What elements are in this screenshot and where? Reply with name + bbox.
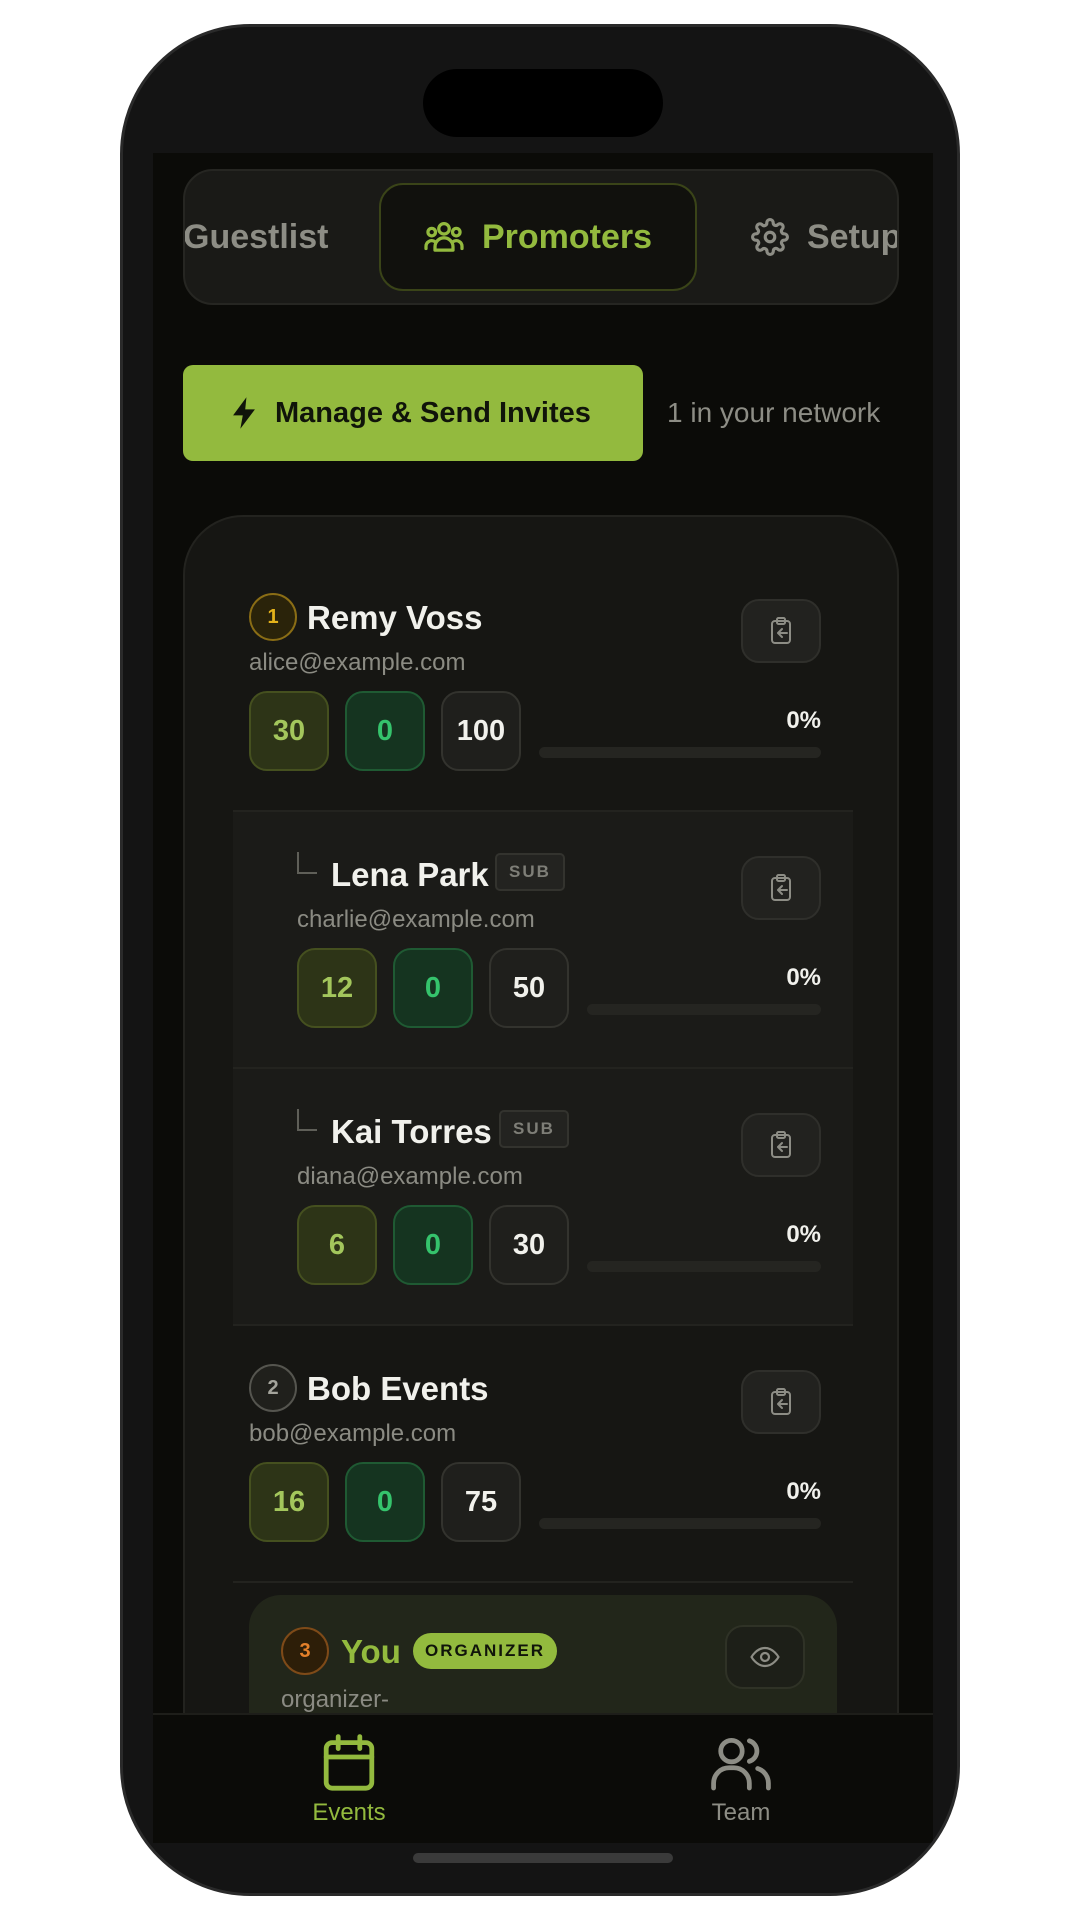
nav-team-label: Team bbox=[711, 1799, 771, 1826]
progress-bar bbox=[539, 1518, 821, 1529]
rank-badge: 3 bbox=[281, 1627, 329, 1675]
promoters-list: 1 Remy Voss alice@example.com 30 0 100 0… bbox=[183, 515, 899, 1843]
tab-promoters[interactable]: Promoters bbox=[379, 183, 697, 291]
tab-guestlist-label: Guestlist bbox=[183, 217, 329, 256]
stat-capacity: 50 bbox=[489, 948, 569, 1028]
sub-badge: SUB bbox=[495, 853, 565, 891]
team-icon bbox=[711, 1737, 771, 1791]
stat-checked-in: 0 bbox=[345, 691, 425, 771]
stat-capacity: 100 bbox=[441, 691, 521, 771]
home-indicator bbox=[413, 1853, 673, 1863]
promoter-email: alice@example.com bbox=[249, 649, 466, 676]
sub-badge: SUB bbox=[499, 1110, 569, 1148]
progress-bar bbox=[539, 747, 821, 758]
promoter-email: diana@example.com bbox=[297, 1163, 523, 1190]
copy-link-button[interactable] bbox=[741, 599, 821, 663]
bottom-nav: Events Team bbox=[153, 1713, 933, 1843]
segmented-tabs: Guestlist Promoters Setup bbox=[183, 169, 899, 305]
eye-icon bbox=[750, 1646, 780, 1668]
stat-capacity: 75 bbox=[441, 1462, 521, 1542]
progress-bar bbox=[587, 1004, 821, 1015]
organizer-badge: ORGANIZER bbox=[413, 1633, 557, 1669]
tab-guestlist[interactable]: Guestlist bbox=[183, 171, 329, 303]
stat-checked-in: 0 bbox=[393, 948, 473, 1028]
rank-badge: 1 bbox=[249, 593, 297, 641]
promoter-row: 1 Remy Voss alice@example.com 30 0 100 0… bbox=[233, 555, 853, 810]
nav-team[interactable]: Team bbox=[671, 1733, 811, 1827]
promoter-name: Lena Park bbox=[331, 856, 489, 893]
manage-invites-button[interactable]: Manage & Send Invites bbox=[183, 365, 643, 461]
organizer-email: organizer- bbox=[281, 1686, 390, 1713]
row-divider bbox=[233, 1581, 853, 1583]
gear-icon bbox=[751, 218, 789, 256]
manage-invites-label: Manage & Send Invites bbox=[275, 396, 591, 429]
progress-percent: 0% bbox=[786, 707, 821, 734]
stat-capacity: 30 bbox=[489, 1205, 569, 1285]
progress-bar bbox=[587, 1261, 821, 1272]
phone-frame: Guestlist Promoters Setup Manage & Send … bbox=[120, 24, 960, 1896]
tab-setup[interactable]: Setup bbox=[751, 171, 899, 303]
promoter-row: Lena Park SUB charlie@example.com 12 0 5… bbox=[233, 812, 853, 1067]
stat-invited: 16 bbox=[249, 1462, 329, 1542]
copy-link-button[interactable] bbox=[741, 1370, 821, 1434]
network-count: 1 in your network bbox=[667, 397, 881, 428]
nav-events[interactable]: Events bbox=[279, 1733, 419, 1827]
promoter-email: bob@example.com bbox=[249, 1420, 457, 1447]
promoter-row: 2 Bob Events bob@example.com 16 0 75 0% bbox=[233, 1326, 853, 1581]
copy-link-button[interactable] bbox=[741, 1113, 821, 1177]
stat-invited: 6 bbox=[297, 1205, 377, 1285]
clipboard-icon bbox=[771, 617, 791, 644]
camera-notch bbox=[423, 69, 663, 137]
clipboard-icon bbox=[771, 874, 791, 901]
copy-link-button[interactable] bbox=[741, 856, 821, 920]
app-screen: Guestlist Promoters Setup Manage & Send … bbox=[153, 153, 933, 1843]
stat-checked-in: 0 bbox=[393, 1205, 473, 1285]
promoter-row: Kai Torres SUB diana@example.com 6 0 30 … bbox=[233, 1069, 853, 1324]
clipboard-icon bbox=[771, 1131, 791, 1158]
tab-promoters-label: Promoters bbox=[481, 217, 653, 256]
organizer-name: You bbox=[341, 1633, 401, 1670]
lightning-icon bbox=[233, 397, 255, 429]
progress-percent: 0% bbox=[786, 1478, 821, 1505]
sub-arrow-icon bbox=[297, 852, 317, 874]
stat-invited: 30 bbox=[249, 691, 329, 771]
promoter-name: Remy Voss bbox=[307, 599, 483, 636]
calendar-icon bbox=[323, 1734, 375, 1791]
stat-checked-in: 0 bbox=[345, 1462, 425, 1542]
promoter-email: charlie@example.com bbox=[297, 906, 535, 933]
nav-events-label: Events bbox=[312, 1799, 386, 1826]
users-icon bbox=[424, 221, 464, 252]
promoter-name: Bob Events bbox=[307, 1370, 489, 1407]
rank-badge: 2 bbox=[249, 1364, 297, 1412]
clipboard-icon bbox=[771, 1388, 791, 1415]
promoter-name: Kai Torres bbox=[331, 1113, 492, 1150]
tab-setup-label: Setup bbox=[807, 217, 899, 256]
view-button[interactable] bbox=[725, 1625, 805, 1689]
sub-arrow-icon bbox=[297, 1109, 317, 1131]
stat-invited: 12 bbox=[297, 948, 377, 1028]
progress-percent: 0% bbox=[786, 1221, 821, 1248]
progress-percent: 0% bbox=[786, 964, 821, 991]
